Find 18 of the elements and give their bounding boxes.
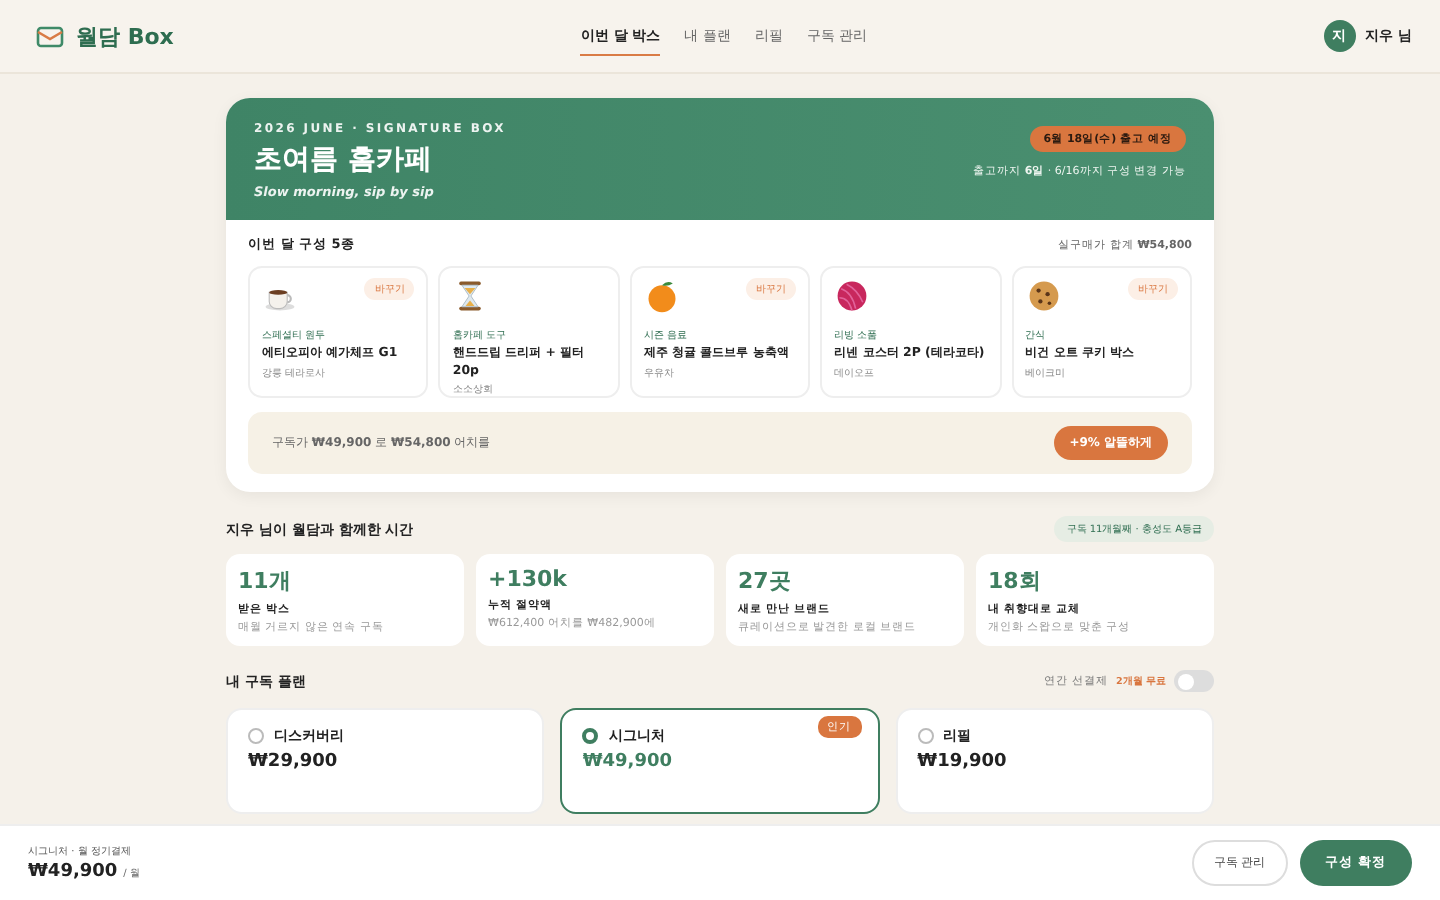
plan-price: ₩19,900 xyxy=(917,752,1009,772)
radio-button[interactable] xyxy=(917,728,934,744)
yarn-ball-icon xyxy=(834,278,871,314)
logo-text[interactable]: 월담 Box xyxy=(76,21,174,51)
plan-price: ₩29,900 xyxy=(248,752,340,772)
cookie-icon xyxy=(1025,278,1062,314)
radio-button[interactable] xyxy=(582,728,599,744)
hero-title: 초여름 홈카페 xyxy=(254,142,434,178)
box-icon xyxy=(36,24,64,48)
radio-button[interactable] xyxy=(248,728,264,744)
plan-price: ₩49,900 xyxy=(582,752,674,772)
footer-price: ₩49,900 xyxy=(28,862,118,882)
stat-value: +130k xyxy=(488,566,569,592)
stat-value: 27곳 xyxy=(738,566,793,596)
citrus-fruit-icon xyxy=(643,278,680,314)
annual-toggle[interactable] xyxy=(1174,670,1214,692)
stat-value: 18회 xyxy=(988,566,1043,596)
stat-value: 11개 xyxy=(238,566,293,596)
